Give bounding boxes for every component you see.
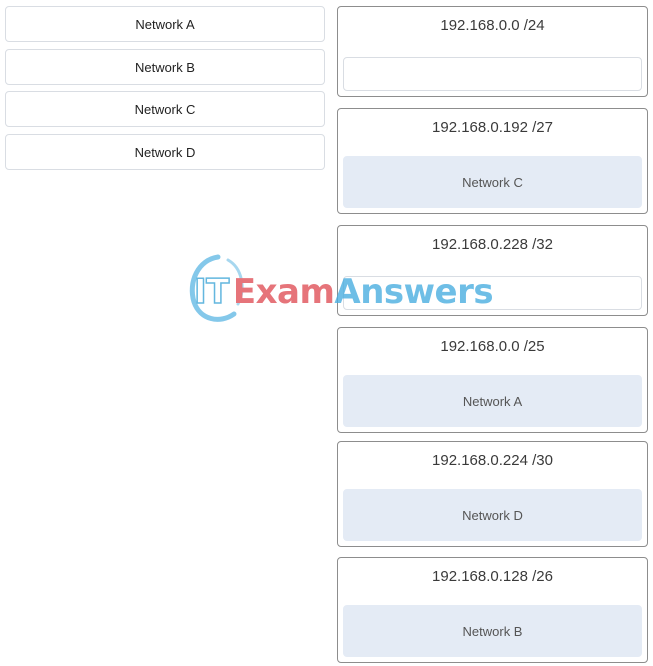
drop-zone-empty[interactable]: [343, 57, 642, 91]
watermark-exam: Exam: [232, 272, 335, 312]
target-address: 192.168.0.224 /30: [432, 452, 553, 469]
network-c-label: Network C: [134, 101, 196, 117]
target-192-168-0-128-26: 192.168.0.128 /26 Network B: [337, 557, 648, 663]
dropped-item-label: Network B: [462, 623, 523, 639]
network-a-label: Network A: [135, 16, 195, 32]
draggable-network-c[interactable]: Network C: [5, 91, 325, 127]
target-192-168-0-224-30: 192.168.0.224 /30 Network D: [337, 441, 648, 547]
network-d-label: Network D: [134, 144, 196, 160]
draggable-network-a[interactable]: Network A: [5, 6, 325, 42]
network-b-label: Network B: [135, 59, 195, 75]
dropped-item-label: Network D: [462, 507, 523, 523]
target-192-168-0-0-24: 192.168.0.0 /24: [337, 6, 648, 97]
target-address: 192.168.0.228 /32: [432, 236, 553, 253]
target-address: 192.168.0.0 /24: [440, 17, 545, 34]
draggable-network-b[interactable]: Network B: [5, 49, 325, 85]
target-192-168-0-192-27: 192.168.0.192 /27 Network C: [337, 108, 648, 214]
dropped-item-label: Network A: [462, 393, 523, 409]
drop-zone-network-b[interactable]: Network B: [343, 605, 642, 657]
drop-zone-network-c[interactable]: Network C: [343, 156, 642, 208]
drop-zone-network-a[interactable]: Network A: [343, 375, 642, 427]
target-192-168-0-228-32: 192.168.0.228 /32: [337, 225, 648, 316]
draggable-network-d[interactable]: Network D: [5, 134, 325, 170]
watermark-it: IT: [193, 271, 230, 313]
drop-zone-empty[interactable]: [343, 276, 642, 310]
target-address: 192.168.0.128 /26: [432, 568, 553, 585]
target-address: 192.168.0.0 /25: [440, 338, 545, 355]
dropped-item-label: Network C: [462, 174, 523, 190]
target-192-168-0-0-25: 192.168.0.0 /25 Network A: [337, 327, 648, 433]
watermark-swoosh-icon: [189, 254, 244, 322]
target-address: 192.168.0.192 /27: [432, 119, 553, 136]
drop-zone-network-d[interactable]: Network D: [343, 489, 642, 541]
